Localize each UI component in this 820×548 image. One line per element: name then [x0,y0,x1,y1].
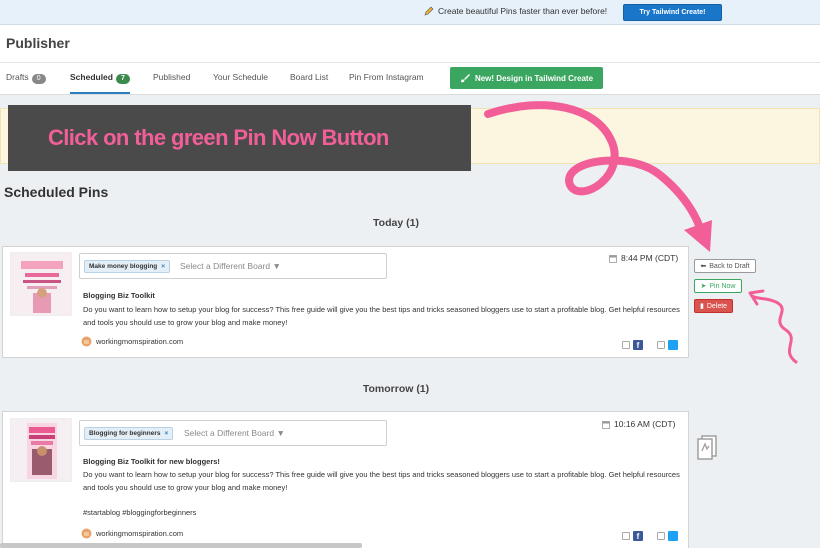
pin-now-button[interactable]: ➤ Pin Now [694,279,742,293]
back-arrow-icon: ⬅ [700,263,707,270]
tab-label: Scheduled [70,72,113,82]
twitter-share-checkbox[interactable] [657,532,665,540]
pin-now-label: Pin Now [709,282,736,290]
promo-message: Create beautiful Pins faster than ever b… [424,6,607,16]
remove-board-icon[interactable]: × [165,430,169,437]
tab-label: Drafts [6,72,29,82]
day-heading-today: Today (1) [373,217,419,229]
thumbs-up-icon [81,528,92,539]
select-board-dropdown[interactable]: Select a Different Board ▼ [184,428,285,438]
drafts-count-badge: 0 [31,74,46,84]
design-in-tailwind-create-button[interactable]: New! Design in Tailwind Create [450,67,603,89]
section-title: Scheduled Pins [4,184,109,200]
pin-hashtags[interactable]: #startablog #bloggingforbeginners [83,508,196,517]
facebook-icon: f [633,531,643,541]
design-button-label: New! Design in Tailwind Create [474,73,594,83]
draft-copies-icon[interactable] [694,433,722,461]
trash-icon: ▮ [699,303,704,310]
twitter-icon [668,340,678,350]
facebook-icon: f [633,340,643,350]
pin-source: workingmomspiration.com [81,528,183,539]
time-text: 8:44 PM (CDT) [621,253,679,263]
day-heading-tomorrow: Tomorrow (1) [362,383,430,395]
back-to-draft-label: Back to Draft [709,262,750,270]
facebook-share-checkbox[interactable] [622,532,630,540]
twitter-share-checkbox[interactable] [657,341,665,349]
pencil-icon [424,6,434,16]
time-text: 10:16 AM (CDT) [614,419,676,429]
selected-board-chip[interactable]: Make money blogging × [84,260,171,273]
facebook-share-checkbox[interactable] [622,341,630,349]
scheduled-pin-card: Make money blogging × Select a Different … [2,246,689,358]
scheduled-pin-card: Blogging for beginners × Select a Differe… [2,411,689,548]
pin-thumbnail [10,418,72,482]
calendar-icon [602,420,610,429]
pin-title[interactable]: Blogging Biz Toolkit [83,291,155,300]
tab-scheduled[interactable]: Scheduled 7 [70,63,130,94]
share-options: f [622,531,678,541]
board-selector[interactable]: Blogging for beginners × Select a Differe… [79,420,387,446]
pin-thumbnail [10,252,72,316]
source-domain: workingmomspiration.com [96,529,184,538]
horizontal-scrollbar[interactable] [0,543,362,548]
send-icon: ➤ [700,283,707,290]
thumbs-up-icon [81,336,92,347]
tab-bar: Drafts 0 Scheduled 7 Published Your Schedu… [0,63,820,95]
tab-board-list[interactable]: Board List [290,63,328,94]
page-header: Publisher [0,25,820,63]
dropdown-caret-icon: ▼ [272,261,281,271]
promo-text: Create beautiful Pins faster than ever b… [438,6,608,16]
pin-source: workingmomspiration.com [81,336,183,347]
selected-board-chip[interactable]: Blogging for beginners × [84,427,174,440]
delete-label: Delete [706,302,728,310]
pin-description[interactable]: Do you want to learn how to setup your b… [83,468,683,494]
delete-button[interactable]: ▮ Delete [694,299,733,313]
squiggle-arrow-head [748,289,765,306]
pin-description[interactable]: Do you want to learn how to setup your b… [83,303,683,329]
scheduled-time[interactable]: 10:16 AM (CDT) [602,419,675,429]
back-to-draft-button[interactable]: ⬅ Back to Draft [694,259,756,273]
tab-your-schedule[interactable]: Your Schedule [213,63,268,94]
board-placeholder: Select a Different Board [180,261,271,271]
calendar-icon [609,254,617,263]
source-domain: workingmomspiration.com [96,337,184,346]
try-tailwind-create-button[interactable]: Try Tailwind Create! [623,4,722,21]
share-options: f [622,340,678,350]
select-board-dropdown[interactable]: Select a Different Board ▼ [180,261,281,271]
instruction-overlay: Click on the green Pin Now Button [8,105,471,171]
board-placeholder: Select a Different Board [184,428,275,438]
pin-title[interactable]: Blogging Biz Toolkit for new bloggers! [83,457,220,466]
scheduled-time[interactable]: 8:44 PM (CDT) [609,253,678,263]
paintbrush-icon [460,74,470,83]
remove-board-icon[interactable]: × [161,263,165,270]
board-name: Blogging for beginners [89,430,161,437]
tab-published[interactable]: Published [153,63,190,94]
tab-drafts[interactable]: Drafts 0 [6,63,46,94]
board-name: Make money blogging [89,263,158,270]
board-selector[interactable]: Make money blogging × Select a Different … [79,253,387,279]
dropdown-caret-icon: ▼ [276,428,285,438]
squiggle-arrow [750,294,798,364]
scheduled-count-badge: 7 [115,74,130,84]
tab-pin-from-instagram[interactable]: Pin From Instagram [349,63,424,94]
page-title: Publisher [6,35,70,51]
promo-bar: Create beautiful Pins faster than ever b… [0,0,820,25]
twitter-icon [668,531,678,541]
